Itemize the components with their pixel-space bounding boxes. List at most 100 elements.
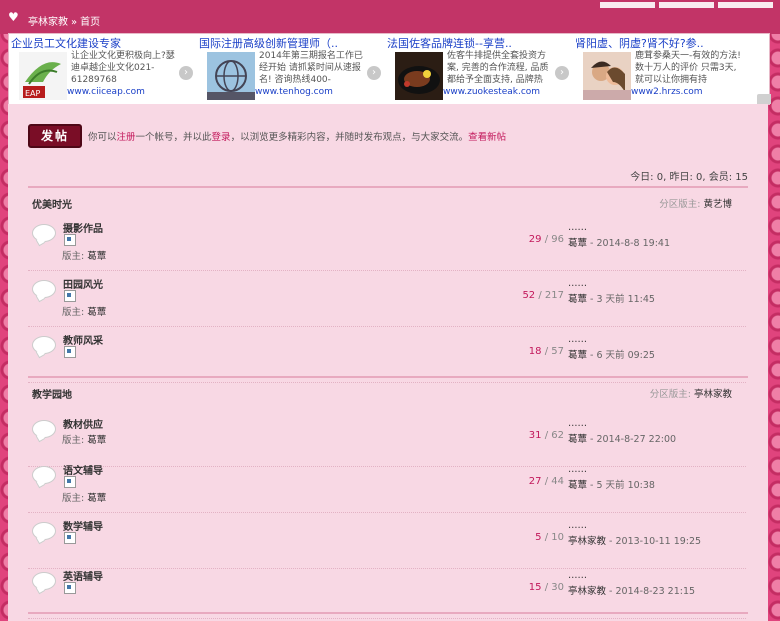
notice-text: ，以浏览更多精彩内容，并随时发布观点，与大家交流。: [230, 132, 469, 143]
ad-thumb-label: EAP: [25, 89, 41, 98]
ad-url[interactable]: www.tenhog.com: [255, 87, 333, 97]
top-tabs: [600, 0, 780, 8]
chevron-right-icon[interactable]: ›: [179, 66, 193, 80]
last-post-user-link[interactable]: 葛蕈: [568, 294, 587, 305]
forum-counts: 18 / 57: [528, 346, 564, 357]
last-post-user-link[interactable]: 亭林家教: [568, 586, 606, 597]
ad-url[interactable]: www.ciiceap.com: [67, 87, 145, 97]
section-header: 教学园地 分区版主: 亭林家教: [28, 376, 748, 404]
rss-icon[interactable]: [64, 582, 76, 594]
last-post-user-link[interactable]: 葛蕈: [568, 350, 587, 361]
login-link[interactable]: 登录: [212, 132, 231, 143]
forum-row: 田园风光 版主: 葛蕈 52 / 217 …… 葛蕈 - 3 天前 11:45: [28, 270, 746, 327]
last-post-title-link[interactable]: ……: [568, 222, 670, 233]
forum-counts: 15 / 30: [528, 582, 564, 593]
owner-link[interactable]: 葛蕈: [87, 435, 106, 446]
speech-bubble-icon: [32, 280, 56, 298]
last-post-user-link[interactable]: 亭林家教: [568, 536, 606, 547]
speech-bubble-icon: [32, 522, 56, 540]
forum-row: 数学辅导 5 / 10 …… 亭林家教 - 2013-10-11 19:25: [28, 512, 746, 569]
last-post: …… 葛蕈 - 5 天前 10:38: [568, 464, 655, 491]
forum-name-link[interactable]: 数学辅导: [63, 518, 103, 533]
chevron-right-icon[interactable]: ›: [555, 66, 569, 80]
breadcrumb-separator: »: [71, 17, 78, 28]
last-post: …… 葛蕈 - 3 天前 11:45: [568, 278, 655, 305]
last-post: …… 葛蕈 - 2014-8-8 19:41: [568, 222, 671, 249]
ad-thumbnail-steak[interactable]: [395, 52, 443, 100]
last-post-user-link[interactable]: 葛蕈: [568, 434, 587, 445]
rss-icon[interactable]: [64, 290, 76, 302]
section-title[interactable]: 优美时光: [32, 196, 72, 211]
last-post-time: 2014-8-27 22:00: [596, 434, 677, 445]
top-bar: ♥ 亭林家教» 首页: [0, 0, 780, 34]
forum-owner: 版主: 葛蕈: [62, 493, 107, 504]
ad-title[interactable]: 肾阳虚、阴虚?肾不好?参..: [575, 35, 761, 51]
last-post-time: 2014-8-23 21:15: [615, 586, 696, 597]
ad-title[interactable]: 企业员工文化建设专家: [11, 35, 197, 51]
forum-row: 语文辅导 版主: 葛蕈 27 / 44 …… 葛蕈 - 5 天前 10:38: [28, 456, 746, 513]
section-moderator: 分区版主: 亭林家教: [649, 389, 732, 400]
new-post-button[interactable]: 发帖: [28, 124, 82, 148]
ad-description: 让企业文化更积极向上?瑟迪卓越企业文化021-61289768: [71, 51, 175, 84]
last-post-title-link[interactable]: ……: [568, 334, 655, 345]
ad-corner-icon[interactable]: [757, 94, 771, 104]
breadcrumb: 亭林家教» 首页: [28, 13, 100, 28]
last-post-title-link[interactable]: ……: [568, 418, 676, 429]
last-post-user-link[interactable]: 葛蕈: [568, 238, 587, 249]
last-post-title-link[interactable]: ……: [568, 278, 655, 289]
forum-name-link[interactable]: 摄影作品: [63, 220, 103, 235]
ad-item[interactable]: 企业员工文化建设专家 EAP 让企业文化更积极向上?瑟迪卓越企业文化021-61…: [9, 34, 197, 104]
rss-icon[interactable]: [64, 476, 76, 488]
forum-row: 教师风采 18 / 57 …… 葛蕈 - 6 天前 09:25: [28, 326, 746, 383]
rss-icon[interactable]: [64, 346, 76, 358]
last-post-time: 5 天前 10:38: [596, 480, 655, 491]
chevron-right-icon[interactable]: ›: [367, 66, 381, 80]
forum-owner: 版主: 葛蕈: [62, 435, 107, 446]
forum-name-link[interactable]: 教材供应: [63, 416, 103, 431]
moderator-link[interactable]: 亭林家教: [694, 389, 732, 400]
new-posts-link[interactable]: 查看新帖: [468, 132, 506, 143]
section-title[interactable]: 教学园地: [32, 386, 72, 401]
forum-counts: 27 / 44: [528, 476, 564, 487]
last-post-title-link[interactable]: ……: [568, 520, 701, 531]
forum-name-link[interactable]: 英语辅导: [63, 568, 103, 583]
last-post-time: 2013-10-11 19:25: [615, 536, 702, 547]
ad-url[interactable]: www2.hrzs.com: [631, 87, 703, 97]
last-post-title-link[interactable]: ……: [568, 464, 655, 475]
speech-bubble-icon: [32, 466, 56, 484]
ad-thumbnail-globe-sculpture[interactable]: [207, 52, 255, 100]
speech-bubble-icon: [32, 420, 56, 438]
moderator-link[interactable]: 黄艺博: [703, 199, 732, 210]
speech-bubble-icon: [32, 572, 56, 590]
ad-thumbnail-logo[interactable]: EAP: [19, 52, 67, 100]
breadcrumb-site-link[interactable]: 亭林家教: [28, 17, 68, 28]
section-header: 优美时光 分区版主: 黄艺博: [28, 186, 748, 214]
forum-owner: 版主: 葛蕈: [62, 307, 107, 318]
forum-name-link[interactable]: 田园风光: [63, 276, 103, 291]
last-post-title-link[interactable]: ……: [568, 570, 695, 581]
speech-bubble-icon: [32, 224, 56, 242]
owner-link[interactable]: 葛蕈: [87, 251, 106, 262]
forum-name-link[interactable]: 教师风采: [63, 332, 103, 347]
owner-link[interactable]: 葛蕈: [87, 307, 106, 318]
ad-url[interactable]: www.zuokesteak.com: [443, 87, 540, 97]
ad-item[interactable]: 国际注册高级创新管理师（.. 2014年第三期报名工作已经开始 请抓紧时间从速报…: [197, 34, 385, 104]
forum-counts: 52 / 217: [522, 290, 564, 301]
notice-text: 你可以: [88, 132, 117, 143]
forum-name-link[interactable]: 语文辅导: [63, 462, 103, 477]
register-link[interactable]: 注册: [117, 132, 136, 143]
last-post-user-link[interactable]: 葛蕈: [568, 480, 587, 491]
notice-text: 一个帐号，并以此: [135, 132, 212, 143]
forum-owner: 版主: 葛蕈: [62, 251, 107, 262]
rss-icon[interactable]: [64, 234, 76, 246]
ad-title[interactable]: 法国佐客品牌连锁--享营..: [387, 35, 573, 51]
ad-thumbnail-couple[interactable]: [583, 52, 631, 100]
owner-link[interactable]: 葛蕈: [87, 493, 106, 504]
rss-icon[interactable]: [64, 532, 76, 544]
breadcrumb-current: 首页: [80, 17, 101, 28]
ad-item[interactable]: 法国佐客品牌连锁--享营.. 佐客牛排提供全套投资方案, 完善的合作流程, 品质…: [385, 34, 573, 104]
speech-bubble-icon: [32, 336, 56, 354]
ad-item[interactable]: 肾阳虚、阴虚?肾不好?参.. 鹿茸参桑天一-有效的方法!数十万人的评价 只需3天…: [573, 34, 761, 104]
forum-counts: 5 / 10: [535, 532, 564, 543]
ad-title[interactable]: 国际注册高级创新管理师（..: [199, 35, 385, 51]
